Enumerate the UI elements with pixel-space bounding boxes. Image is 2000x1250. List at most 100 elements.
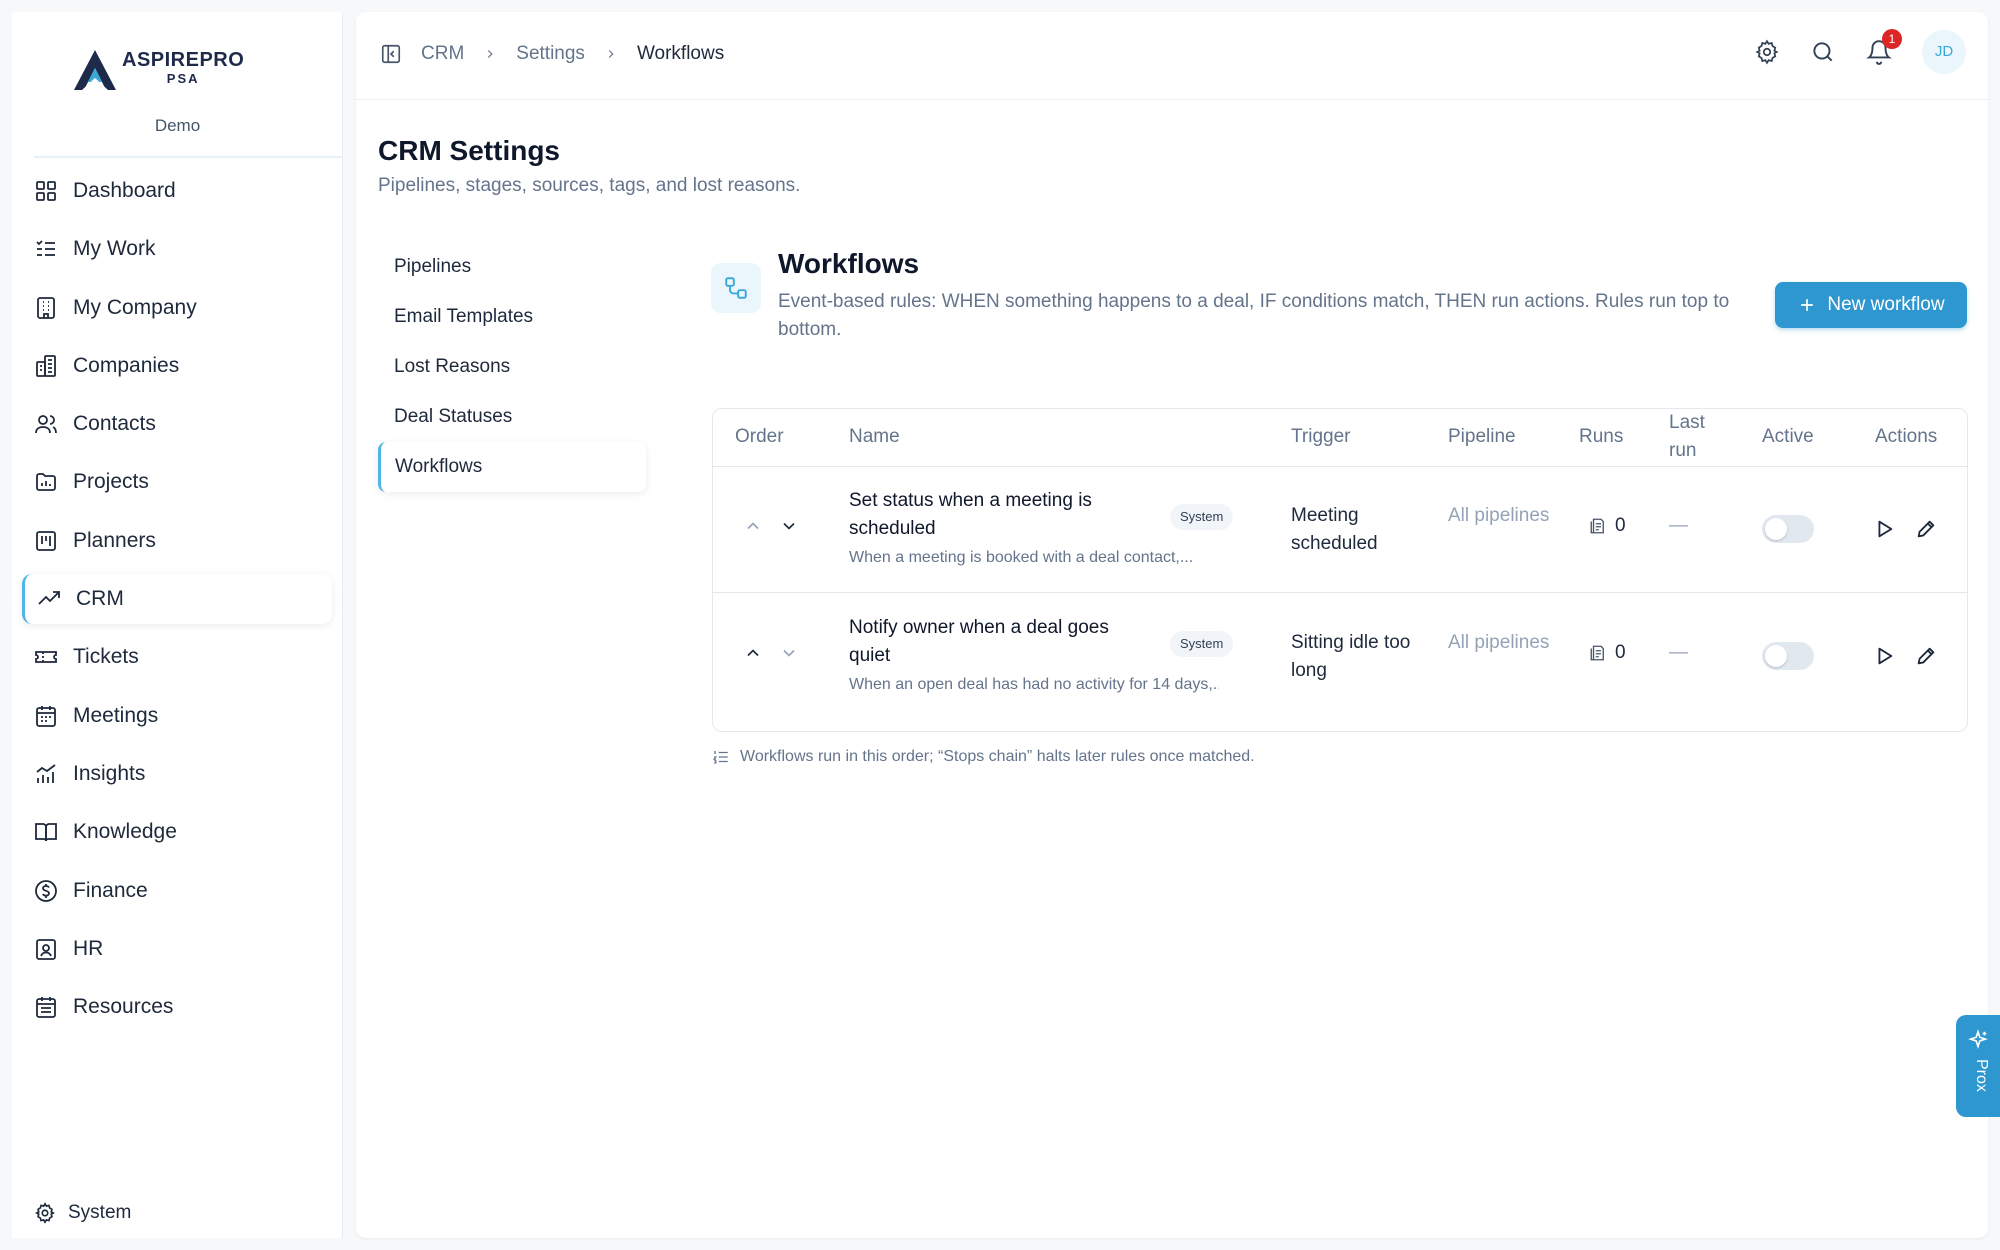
notifications-button[interactable]: 1 <box>1866 29 1902 65</box>
order-controls <box>743 643 815 663</box>
settings-nav-workflows[interactable]: Workflows <box>378 442 646 492</box>
folder-chart-icon <box>36 473 56 492</box>
workflow-name[interactable]: Notify owner when a deal goes quiet <box>849 614 1149 670</box>
column-runs: Runs <box>1579 426 1624 447</box>
new-workflow-label: New workflow <box>1827 294 1945 315</box>
settings-nav-pipelines[interactable]: Pipelines <box>378 242 646 292</box>
sidebar-item-label: Planners <box>73 528 156 552</box>
table-header: Order Name Trigger Pipeline Runs Last ru… <box>713 409 1967 467</box>
sidebar-item-label: Companies <box>73 353 180 377</box>
pencil-icon[interactable] <box>1915 645 1937 667</box>
plus-icon <box>1801 299 1814 311</box>
trending-up-icon <box>38 591 60 605</box>
logo-text: ASPIREPRO PSA <box>122 48 244 86</box>
runs-log-icon <box>1590 518 1604 534</box>
column-actions: Actions <box>1875 426 1938 447</box>
active-toggle[interactable] <box>1762 642 1814 670</box>
runs-count: 0 <box>1615 642 1626 663</box>
sidebar-item-my-work[interactable]: My Work <box>12 224 343 274</box>
order-footnote: Workflows run in this order; “Stops chai… <box>712 748 1255 766</box>
chevron-down-icon[interactable] <box>779 516 799 536</box>
sidebar-item-knowledge[interactable]: Knowledge <box>12 807 343 857</box>
sidebar-item-label: Knowledge <box>73 820 177 844</box>
breadcrumb-crm[interactable]: CRM <box>421 43 464 65</box>
system-badge: System <box>1170 504 1234 530</box>
sidebar-item-insights[interactable]: Insights <box>12 749 343 799</box>
settings-gear-icon[interactable] <box>1754 39 1780 65</box>
assistant-tab[interactable]: Prox <box>1956 1015 2000 1117</box>
sidebar-item-finance[interactable]: Finance <box>12 866 343 916</box>
toggle-knob <box>1765 518 1787 540</box>
sidebar-item-tickets[interactable]: Tickets <box>12 632 343 682</box>
ordered-list-icon <box>712 751 728 764</box>
sidebar-item-crm[interactable]: CRM <box>22 574 332 625</box>
sidebar-item-hr[interactable]: HR <box>12 924 343 974</box>
workflow-last-run: — <box>1669 515 1688 536</box>
sidebar-item-label: Tickets <box>73 645 139 669</box>
search-icon[interactable] <box>1810 39 1836 65</box>
column-trigger: Trigger <box>1291 426 1351 447</box>
sidebar-item-projects[interactable]: Projects <box>12 457 343 507</box>
new-workflow-button[interactable]: New workflow <box>1775 282 1967 328</box>
breadcrumb: CRM Settings Workflows <box>380 43 724 65</box>
sidebar-item-resources[interactable]: Resources <box>12 982 343 1032</box>
settings-nav-lost-reasons[interactable]: Lost Reasons <box>378 342 646 392</box>
sidebar-item-label: Insights <box>73 761 146 785</box>
chevron-right-icon <box>488 50 493 58</box>
workflow-runs: 0 <box>1589 642 1626 664</box>
ticket-icon <box>35 651 57 664</box>
system-label: System <box>68 1202 132 1223</box>
notification-badge: 1 <box>1882 29 1902 49</box>
sidebar-item-label: Projects <box>73 470 149 494</box>
workflow-icon-box <box>711 263 761 313</box>
users-icon <box>35 415 57 434</box>
sidebar-item-my-company[interactable]: My Company <box>12 283 343 333</box>
active-toggle[interactable] <box>1762 515 1814 543</box>
sidebar-item-label: Resources <box>73 995 174 1019</box>
settings-nav-deal-statuses[interactable]: Deal Statuses <box>378 392 646 442</box>
column-pipeline: Pipeline <box>1448 426 1516 447</box>
runs-log-icon <box>1590 645 1604 661</box>
brand-sub: PSA <box>166 71 200 86</box>
chevron-up-icon[interactable] <box>743 643 763 663</box>
grid-icon <box>36 181 56 201</box>
sidebar-item-contacts[interactable]: Contacts <box>12 399 343 449</box>
workflows-title: Workflows <box>778 248 920 279</box>
workflow-description: When a meeting is booked with a deal con… <box>849 549 1194 566</box>
workflow-trigger: Meeting scheduled <box>1291 505 1378 554</box>
workflows-table: Order Name Trigger Pipeline Runs Last ru… <box>712 408 1968 732</box>
order-controls <box>743 516 815 536</box>
buildings-icon <box>36 354 56 377</box>
pencil-icon[interactable] <box>1915 518 1937 540</box>
sidebar-item-companies[interactable]: Companies <box>12 341 343 391</box>
workflow-trigger: Sitting idle too long <box>1291 632 1411 681</box>
breadcrumb-settings[interactable]: Settings <box>516 43 585 65</box>
column-name: Name <box>849 426 900 447</box>
system-badge: System <box>1170 631 1234 657</box>
main-nav: Dashboard My Work My Company Companies C… <box>12 166 343 1040</box>
sidebar-item-label: Finance <box>73 878 148 902</box>
settings-nav-email-templates[interactable]: Email Templates <box>378 292 646 342</box>
sidebar-toggle-icon[interactable] <box>380 43 402 65</box>
chevron-down-icon[interactable] <box>779 643 799 663</box>
workflow-name[interactable]: Set status when a meeting is scheduled <box>849 487 1149 543</box>
column-order: Order <box>735 426 784 447</box>
avatar[interactable]: JD <box>1922 30 1966 74</box>
sidebar-item-system[interactable]: System <box>34 1202 131 1224</box>
column-last-run: Last run <box>1669 412 1705 461</box>
page-subtitle: Pipelines, stages, sources, tags, and lo… <box>378 175 801 196</box>
sidebar-item-label: Contacts <box>73 412 156 436</box>
toggle-knob <box>1765 645 1787 667</box>
sidebar-item-dashboard[interactable]: Dashboard <box>12 166 343 216</box>
sidebar-item-meetings[interactable]: Meetings <box>12 691 343 741</box>
workflow-last-run: — <box>1669 642 1688 663</box>
org-label: Demo <box>154 116 201 135</box>
sidebar-item-planners[interactable]: Planners <box>12 516 343 566</box>
chevron-up-icon[interactable] <box>743 516 763 536</box>
brand-logo[interactable]: ASPIREPRO PSA <box>72 36 252 96</box>
footnote-text: Workflows run in this order; “Stops chai… <box>740 748 1255 765</box>
sidebar-item-label: My Company <box>73 295 197 319</box>
play-icon[interactable] <box>1873 645 1895 667</box>
breadcrumb-workflows: Workflows <box>636 43 725 64</box>
play-icon[interactable] <box>1873 518 1895 540</box>
